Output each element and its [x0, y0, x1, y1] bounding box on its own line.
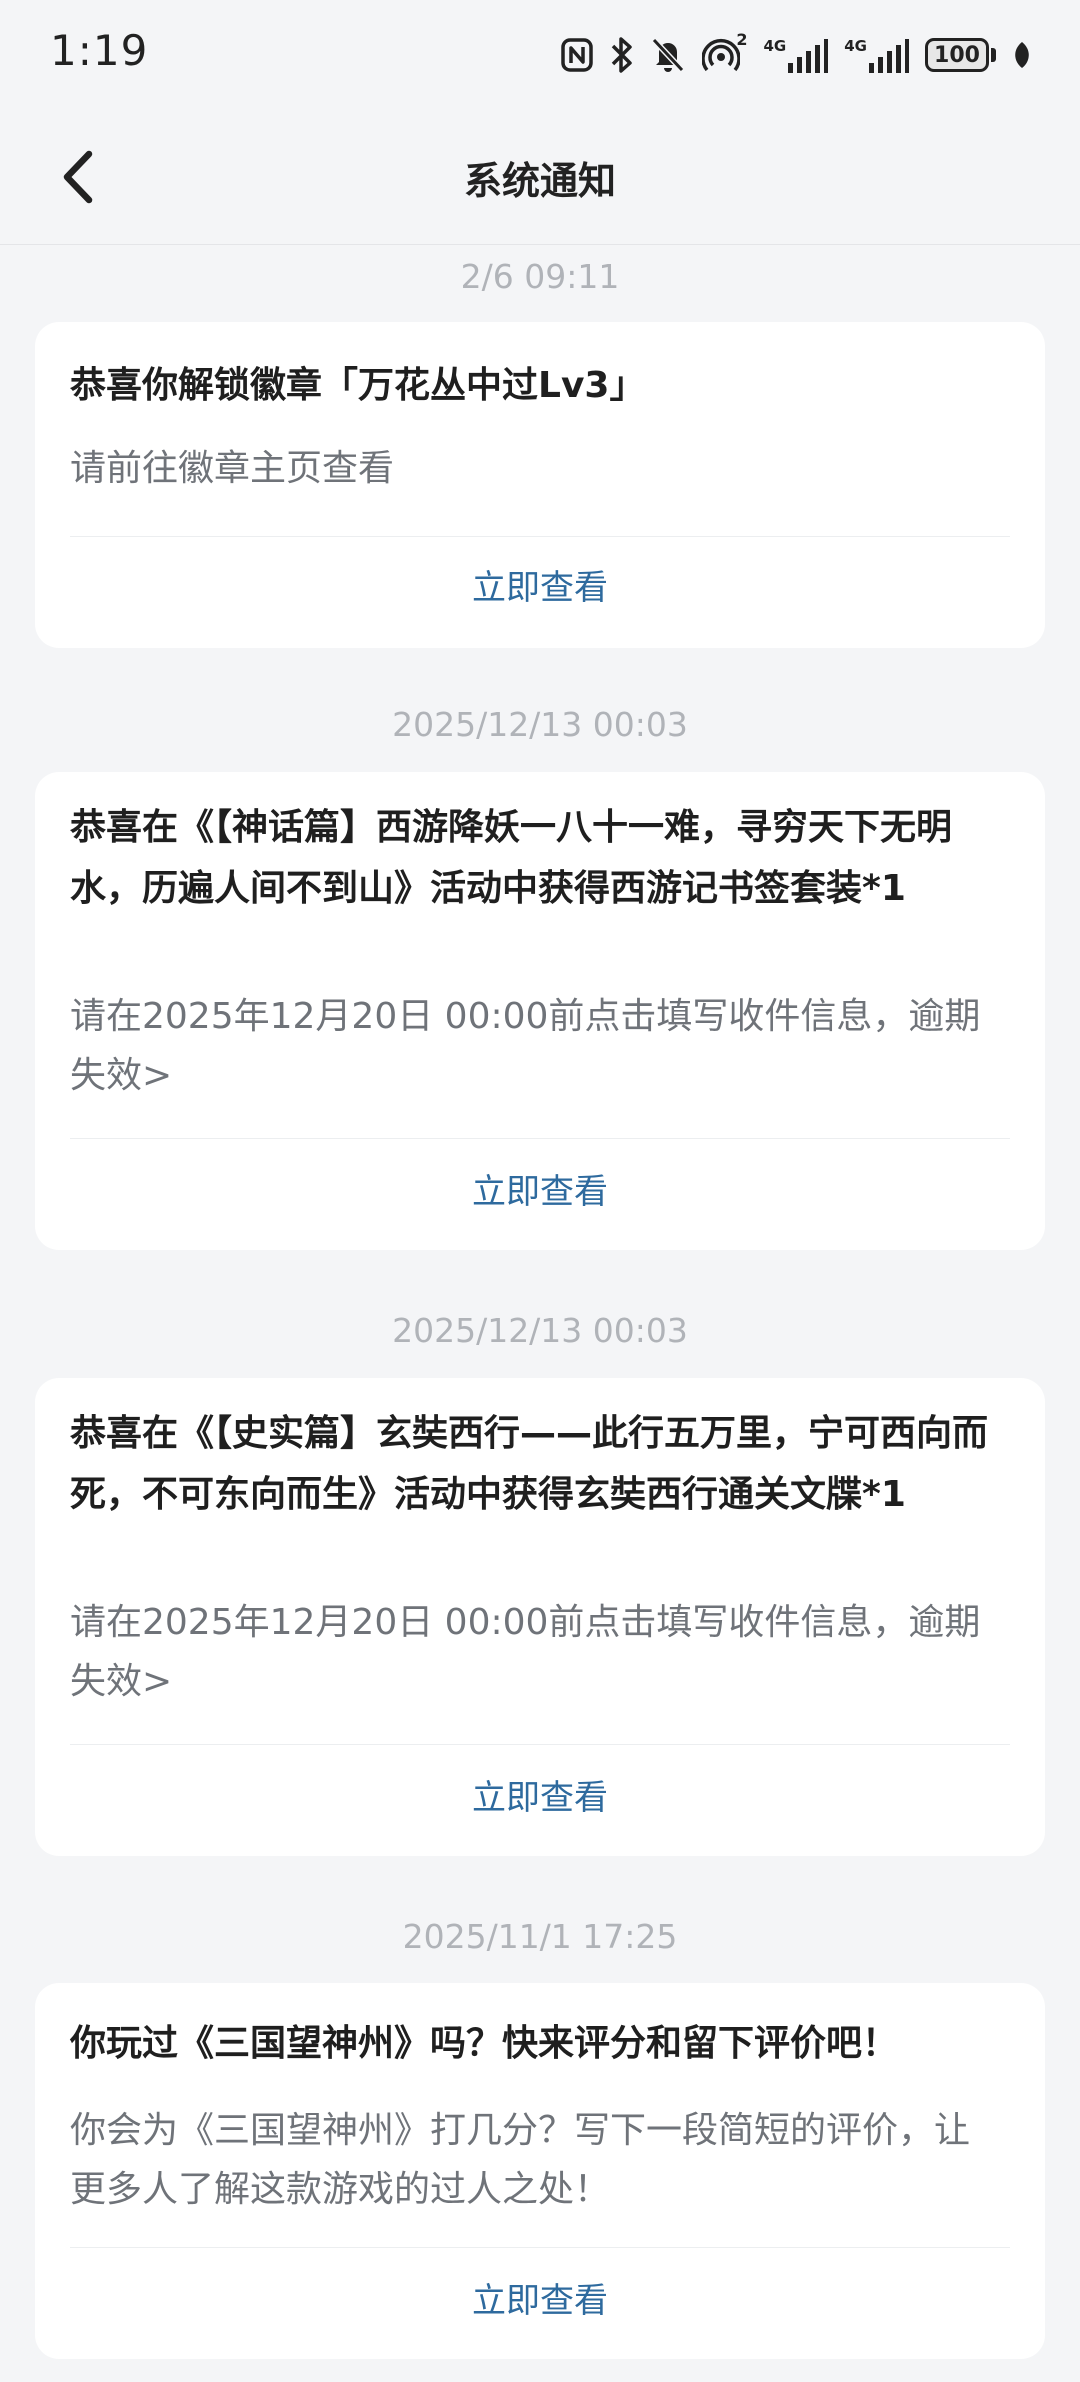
battery-tip	[991, 48, 996, 62]
notification-timestamp: 2025/12/13 00:03	[392, 705, 688, 744]
notification-timestamp: 2025/11/1 17:25	[402, 1917, 678, 1956]
view-now-button[interactable]: 立即查看	[35, 560, 1045, 609]
mute-icon	[651, 37, 684, 73]
notification-list[interactable]: 2/6 09:11 恭喜你解锁徽章「万花丛中过Lv3」 请前往徽章主页查看 立即…	[0, 245, 1080, 2382]
notification-desc[interactable]: 请在2025年12月20日 00:00前点击填写收件信息，逾期失效>	[70, 987, 1005, 1105]
view-now-button[interactable]: 立即查看	[35, 1770, 1045, 1819]
card-divider	[70, 2247, 1010, 2248]
card-divider	[70, 1138, 1010, 1139]
hotspot-icon	[701, 39, 740, 72]
notification-title: 你玩过《三国望神州》吗？快来评分和留下评价吧！	[70, 2023, 899, 2064]
hotspot-badge: 2	[736, 30, 748, 49]
hotspot-indicator: 2	[701, 30, 748, 74]
battery-icon: 100	[925, 38, 996, 72]
notification-desc[interactable]: 请在2025年12月20日 00:00前点击填写收件信息，逾期失效>	[70, 1593, 1005, 1711]
status-icons: 2 4G 4G 100	[560, 30, 1033, 80]
notification-title: 恭喜你解锁徽章「万花丛中过Lv3」	[70, 365, 646, 406]
signal-4g-icon	[869, 39, 909, 73]
notification-timestamp: 2025/12/13 00:03	[392, 1311, 688, 1350]
card-divider	[70, 1744, 1010, 1745]
signal-4g-icon	[788, 39, 829, 73]
page-title: 系统通知	[463, 159, 616, 203]
signal-indicator-1: 4G	[764, 37, 829, 73]
notification-card[interactable]: 恭喜在《【史实篇】玄奘西行——此行五万里，宁可西向而死，不可东向而生》活动中获得…	[35, 1378, 1045, 1856]
view-now-button[interactable]: 立即查看	[35, 1164, 1045, 1213]
notification-title: 恭喜在《【神话篇】西游降妖一八十一难，寻穷天下无明水，历遍人间不到山》活动中获得…	[70, 807, 953, 909]
notification-desc: 你会为《三国望神州》打几分？写下一段简短的评价，让更多人了解这款游戏的过人之处！	[70, 2110, 971, 2210]
notification-desc: 请前往徽章主页查看	[70, 448, 395, 489]
network-label-2: 4G	[844, 37, 867, 55]
battery-level: 100	[925, 38, 989, 72]
card-divider	[70, 536, 1010, 537]
leaf-icon	[1015, 42, 1029, 68]
nav-bar: 系统通知	[0, 112, 1080, 245]
notification-card[interactable]: 你玩过《三国望神州》吗？快来评分和留下评价吧！ 你会为《三国望神州》打几分？写下…	[35, 1983, 1045, 2359]
notification-card[interactable]: 恭喜在《【神话篇】西游降妖一八十一难，寻穷天下无明水，历遍人间不到山》活动中获得…	[35, 772, 1045, 1250]
status-time: 1:19	[50, 26, 149, 75]
notification-title: 恭喜在《【史实篇】玄奘西行——此行五万里，宁可西向而死，不可东向而生》活动中获得…	[70, 1413, 989, 1515]
bluetooth-icon	[611, 37, 632, 73]
notification-timestamp: 2/6 09:11	[460, 257, 620, 296]
notification-card[interactable]: 恭喜你解锁徽章「万花丛中过Lv3」 请前往徽章主页查看 立即查看	[35, 322, 1045, 648]
network-label: 4G	[763, 37, 787, 55]
nfc-icon	[560, 38, 593, 72]
signal-indicator-2: 4G	[844, 37, 909, 73]
status-bar: 1:19 2 4G 4G 100	[0, 0, 1080, 112]
view-now-button[interactable]: 立即查看	[35, 2273, 1045, 2322]
